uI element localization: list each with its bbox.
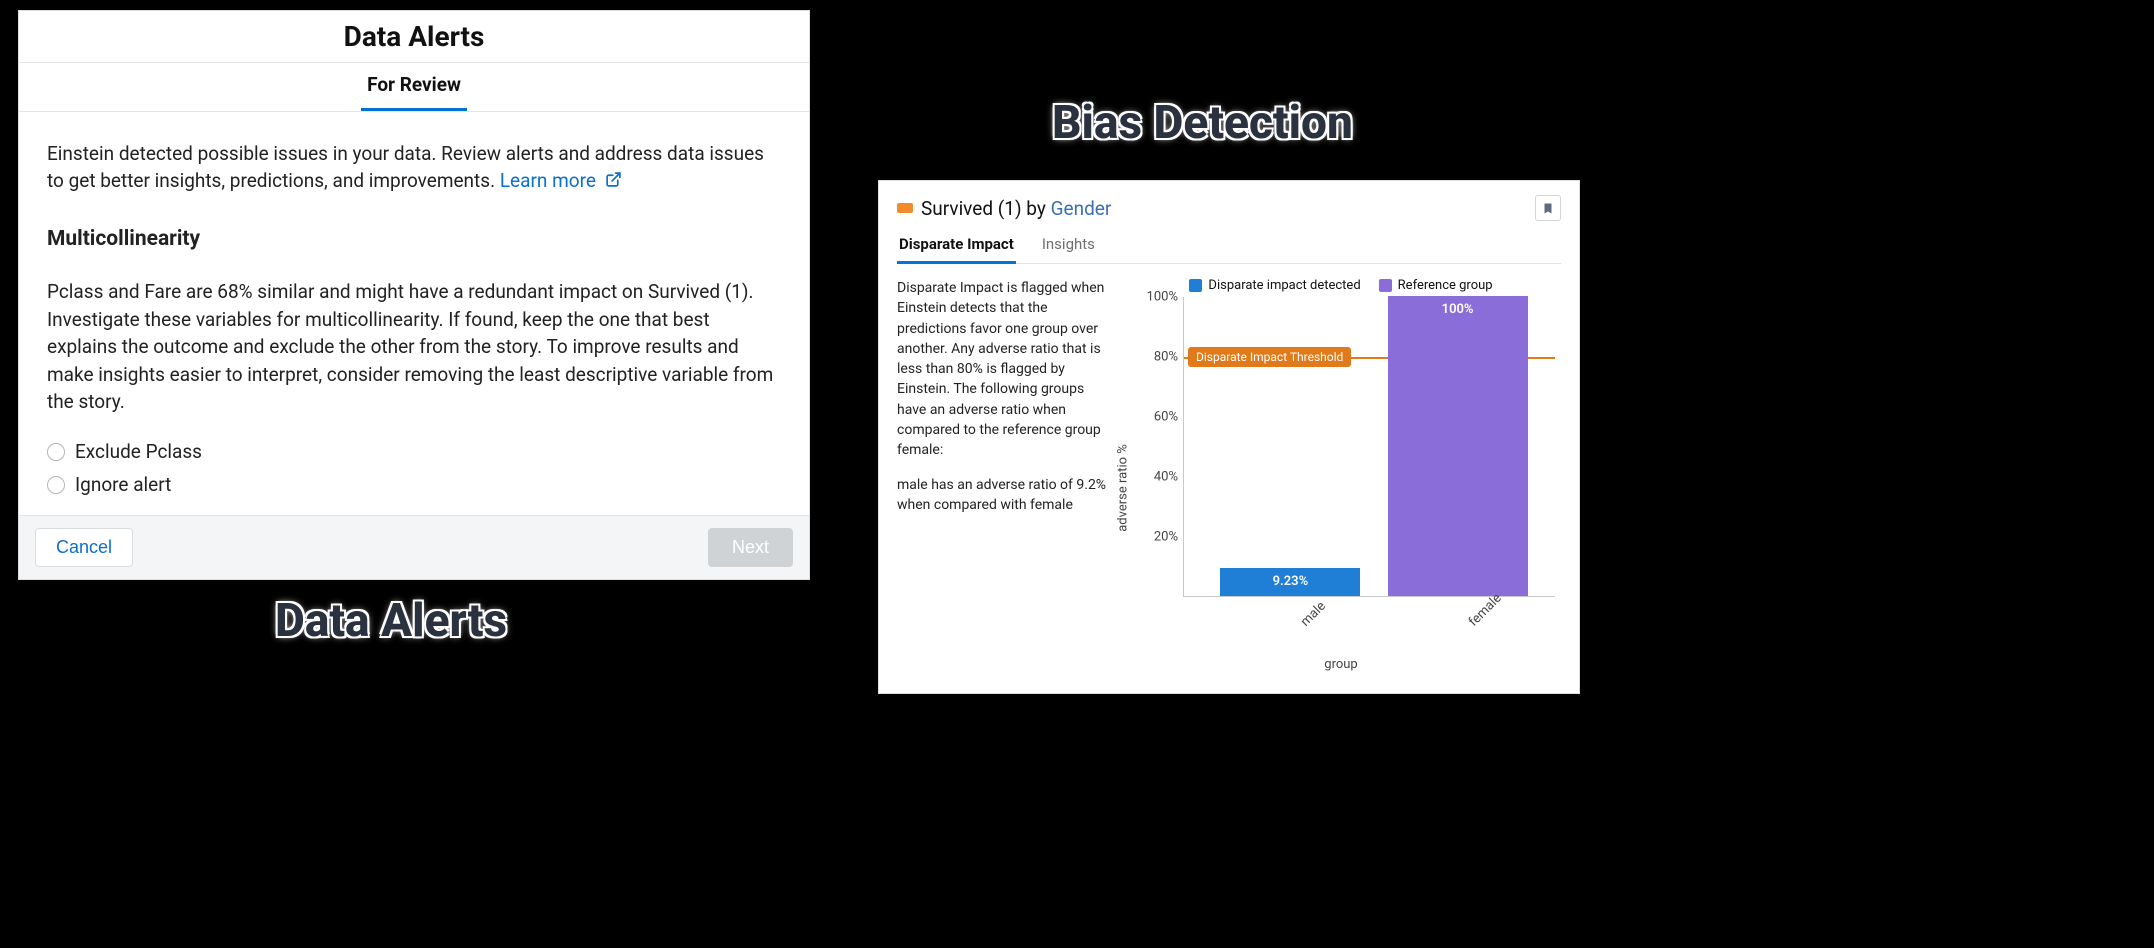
y-tick: 40% <box>1138 470 1178 485</box>
alert-description: Pclass and Fare are 68% similar and migh… <box>47 278 781 416</box>
card-content: Disparate Impact is flagged when Einstei… <box>897 278 1561 688</box>
y-tick: 20% <box>1138 530 1178 545</box>
external-link-icon <box>605 168 622 196</box>
dialog-body: Einstein detected possible issues in you… <box>19 112 809 515</box>
disparate-impact-para1: Disparate Impact is flagged when Einstei… <box>897 278 1107 461</box>
dialog-tabs: For Review <box>19 63 809 112</box>
legend-swatch-reference <box>1379 279 1392 292</box>
caption-bias-detection: Bias Detection <box>1052 96 1353 150</box>
option-label: Ignore alert <box>75 471 171 499</box>
option-label: Exclude Pclass <box>75 438 202 466</box>
radio-icon <box>47 443 65 461</box>
card-header: Survived (1) by Gender <box>897 195 1561 221</box>
disparate-impact-text: Disparate Impact is flagged when Einstei… <box>897 278 1107 688</box>
cancel-button[interactable]: Cancel <box>35 528 133 567</box>
alert-section-title: Multicollinearity <box>47 224 781 254</box>
legend-swatch-detected <box>1189 279 1202 292</box>
bookmark-icon <box>1542 201 1554 216</box>
card-title-prefix: Survived (1) by <box>921 197 1051 220</box>
bias-detection-card: Survived (1) by Gender Disparate Impact … <box>878 180 1580 694</box>
flag-icon <box>897 201 913 215</box>
data-alerts-dialog: Data Alerts For Review Einstein detected… <box>18 10 810 580</box>
dialog-header: Data Alerts <box>19 11 809 63</box>
card-title-row: Survived (1) by Gender <box>897 197 1111 220</box>
y-tick: 100% <box>1138 290 1178 305</box>
dialog-footer: Cancel Next <box>19 515 809 579</box>
x-tick-label: female <box>1466 591 1505 630</box>
threshold-tag: Disparate Impact Threshold <box>1188 347 1351 367</box>
radio-icon <box>47 476 65 494</box>
y-tick: 80% <box>1138 350 1178 365</box>
learn-more-link[interactable]: Learn more <box>500 169 622 192</box>
option-exclude-pclass[interactable]: Exclude Pclass <box>47 438 781 466</box>
caption-data-alerts: Data Alerts <box>275 594 507 648</box>
next-button[interactable]: Next <box>708 528 793 567</box>
chart-area: Disparate impact detected Reference grou… <box>1121 278 1561 688</box>
tab-insights[interactable]: Insights <box>1040 227 1097 263</box>
disparate-impact-para2: male has an adverse ratio of 9.2% when c… <box>897 475 1107 516</box>
x-tick-label: male <box>1298 599 1329 630</box>
tab-for-review[interactable]: For Review <box>361 63 467 111</box>
bar-value-label: 100% <box>1442 302 1474 317</box>
legend-label-reference: Reference group <box>1398 278 1493 293</box>
chart-plot: 20%40%60%80%100%Disparate Impact Thresho… <box>1183 297 1555 597</box>
legend-detected: Disparate impact detected <box>1189 278 1360 293</box>
learn-more-label: Learn more <box>500 169 596 192</box>
y-axis-label: adverse ratio % <box>1116 444 1131 532</box>
chart-legend: Disparate impact detected Reference grou… <box>1121 278 1561 293</box>
intro-text-content: Einstein detected possible issues in you… <box>47 142 764 193</box>
card-tabs: Disparate Impact Insights <box>897 227 1561 264</box>
y-tick: 60% <box>1138 410 1178 425</box>
card-title: Survived (1) by Gender <box>921 197 1111 220</box>
tab-disparate-impact[interactable]: Disparate Impact <box>897 227 1016 264</box>
bar-female: 100% <box>1388 296 1528 596</box>
legend-reference: Reference group <box>1379 278 1493 293</box>
legend-label-detected: Disparate impact detected <box>1208 278 1360 293</box>
option-ignore-alert[interactable]: Ignore alert <box>47 471 781 499</box>
dialog-title: Data Alerts <box>344 20 485 53</box>
bar-value-label: 9.23% <box>1273 574 1309 589</box>
bar-male: 9.23% <box>1220 568 1360 596</box>
bookmark-button[interactable] <box>1535 195 1561 221</box>
card-title-field-link[interactable]: Gender <box>1051 197 1112 220</box>
intro-text: Einstein detected possible issues in you… <box>47 140 781 196</box>
x-axis-label: group <box>1121 657 1561 672</box>
